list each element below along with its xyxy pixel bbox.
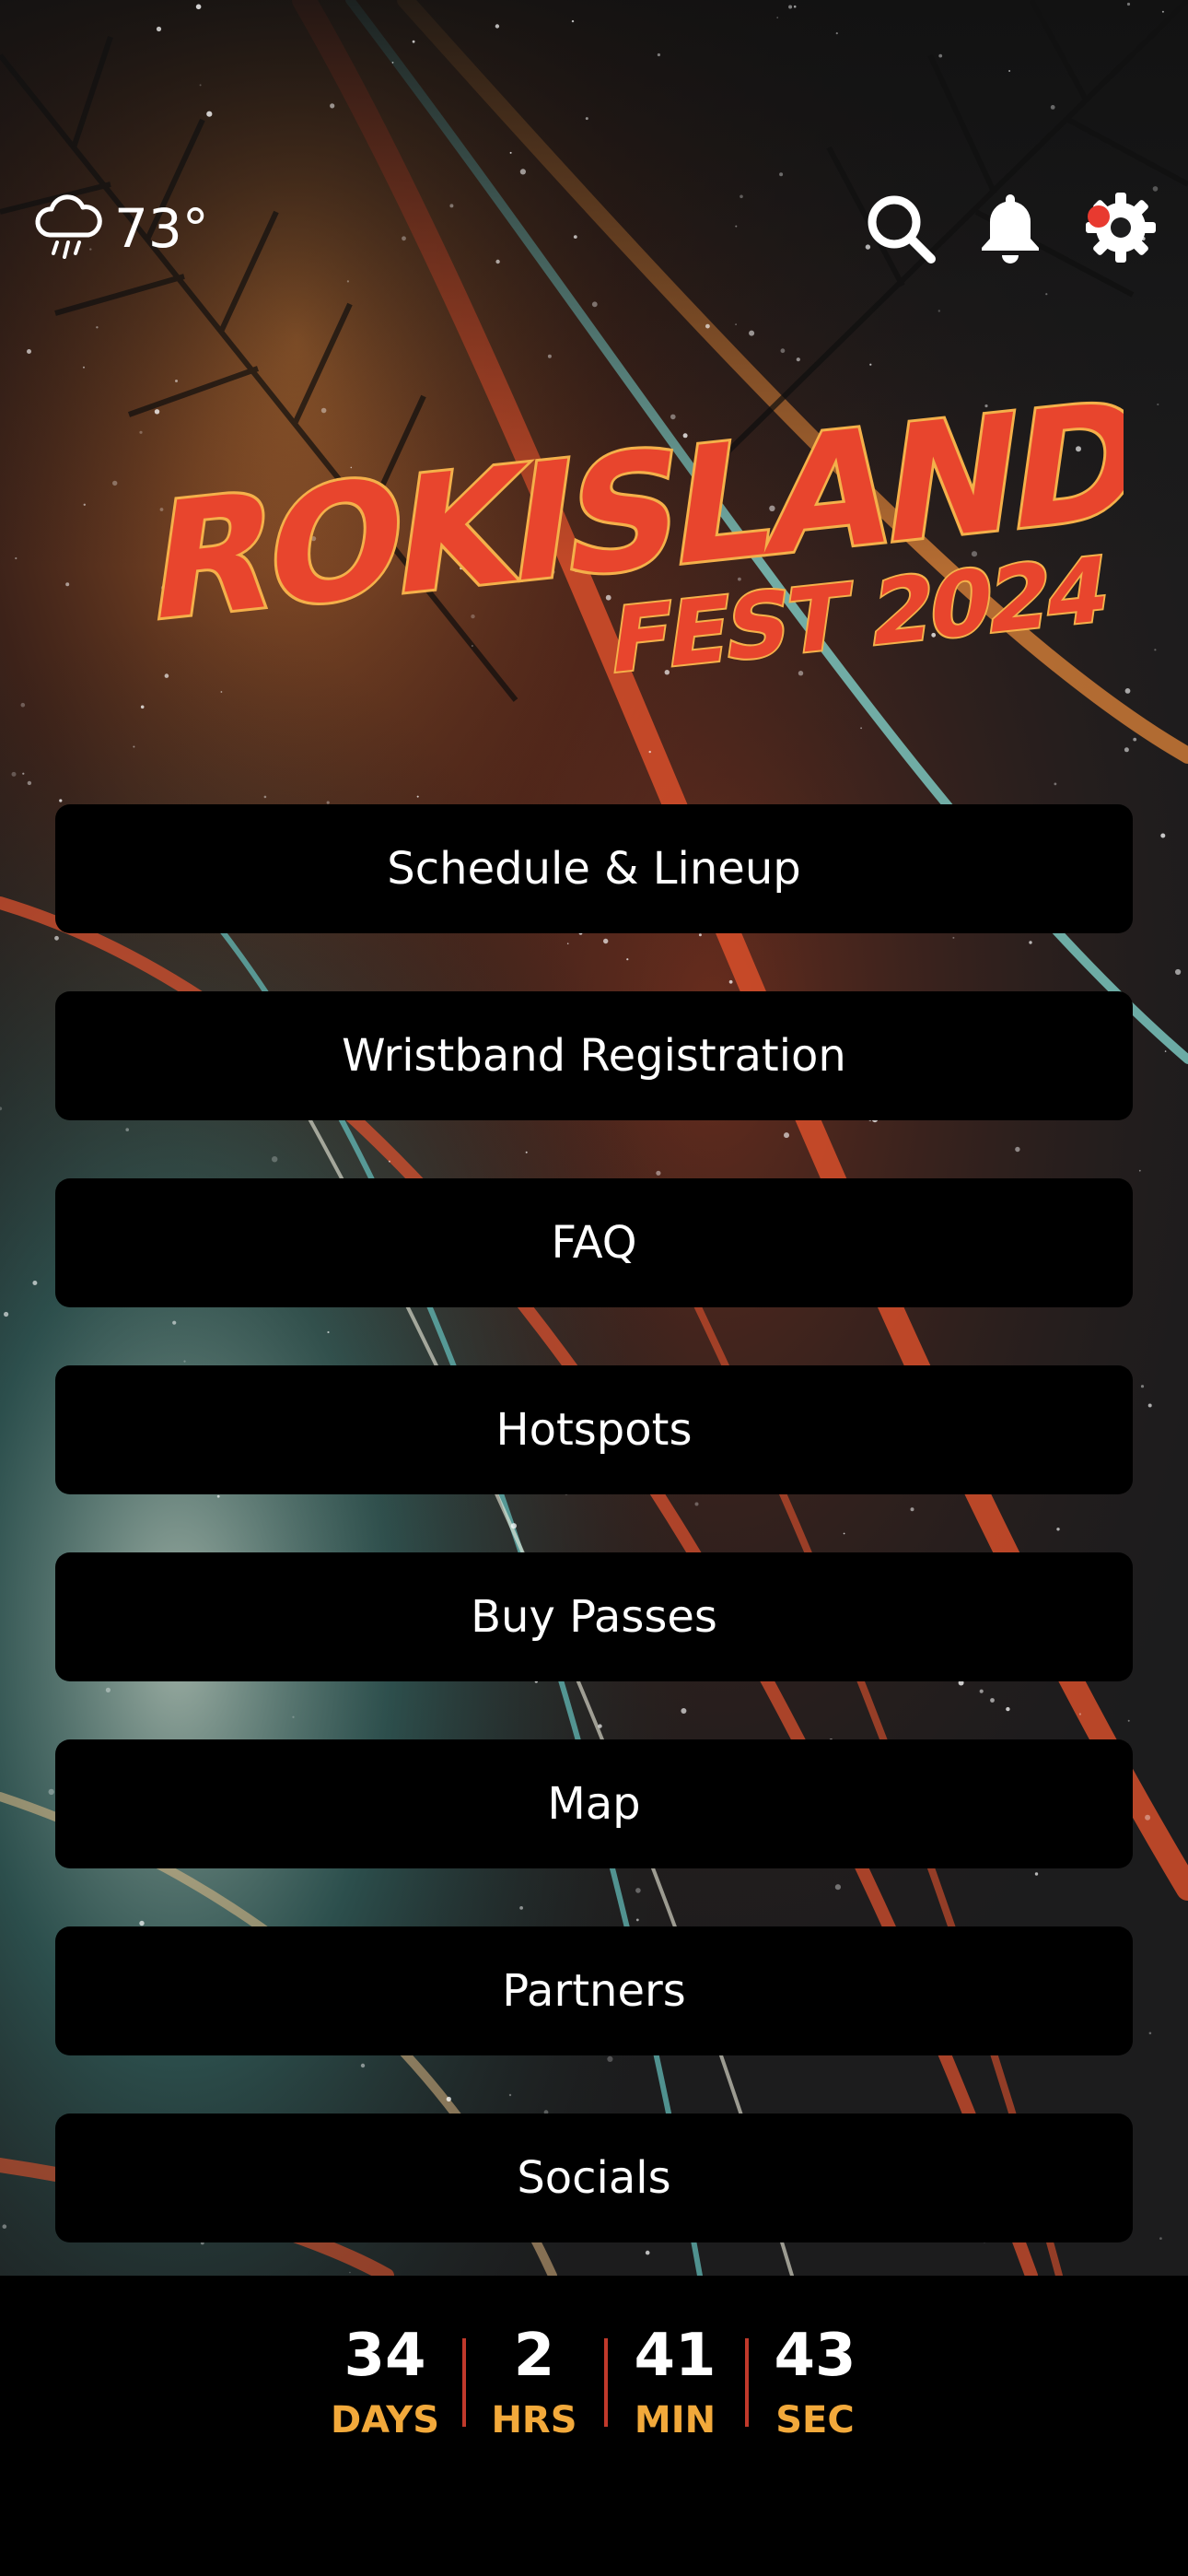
- countdown-days-value: 34: [344, 2322, 426, 2390]
- hotspots-button[interactable]: Hotspots: [55, 1365, 1133, 1494]
- faq-button[interactable]: FAQ: [55, 1178, 1133, 1307]
- countdown-seconds-value: 43: [774, 2322, 856, 2390]
- wristband-registration-button[interactable]: Wristband Registration: [55, 991, 1133, 1120]
- countdown-seconds: 43 SEC: [751, 2322, 879, 2445]
- partners-button[interactable]: Partners: [55, 1926, 1133, 2055]
- countdown-divider: [462, 2338, 466, 2427]
- countdown-hours-label: HRS: [491, 2399, 577, 2441]
- schedule-lineup-button[interactable]: Schedule & Lineup: [55, 804, 1133, 933]
- countdown-hours: 2 HRS: [470, 2322, 599, 2445]
- festival-logo: ROKISLAND FEST 2024: [83, 359, 1155, 719]
- countdown-minutes-value: 41: [634, 2322, 716, 2390]
- countdown-bar: 34 DAYS 2 HRS 41 MIN 43 SEC: [0, 2276, 1188, 2576]
- gear-icon[interactable]: [1082, 189, 1159, 266]
- rain-cloud-icon: [31, 189, 105, 267]
- countdown-days: 34 DAYS: [320, 2322, 449, 2445]
- countdown-seconds-label: SEC: [775, 2399, 855, 2441]
- countdown-divider: [745, 2338, 749, 2427]
- socials-button[interactable]: Socials: [55, 2113, 1133, 2242]
- temperature-label: 73°: [114, 196, 209, 260]
- countdown-minutes: 41 MIN: [611, 2322, 740, 2445]
- map-button[interactable]: Map: [55, 1739, 1133, 1868]
- search-icon[interactable]: [861, 189, 938, 266]
- notification-badge: [1088, 205, 1110, 228]
- buy-passes-button[interactable]: Buy Passes: [55, 1552, 1133, 1681]
- countdown-days-label: DAYS: [330, 2399, 440, 2441]
- bell-icon[interactable]: [972, 189, 1049, 266]
- countdown-hours-value: 2: [513, 2322, 555, 2390]
- weather-widget[interactable]: 73°: [31, 189, 209, 267]
- countdown-minutes-label: MIN: [634, 2399, 716, 2441]
- countdown-divider: [604, 2338, 608, 2427]
